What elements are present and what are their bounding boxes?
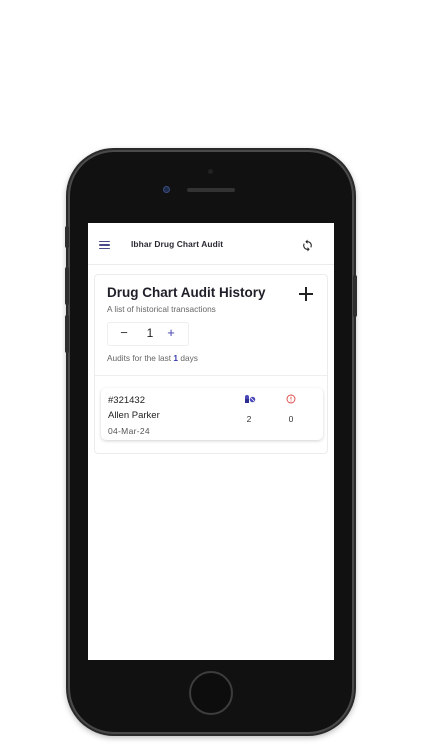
decrement-button[interactable]: − bbox=[118, 325, 130, 340]
page-subtitle: A list of historical transactions bbox=[107, 304, 216, 314]
days-stepper: − 1 + bbox=[107, 322, 189, 346]
page-title: Drug Chart Audit History bbox=[107, 285, 266, 300]
phone-sensor bbox=[208, 169, 213, 174]
audit-history-card: Drug Chart Audit History A list of histo… bbox=[94, 274, 328, 454]
app-bar: Ibhar Drug Chart Audit bbox=[88, 223, 334, 265]
audit-date: 04-Mar-24 bbox=[108, 426, 150, 436]
audits-days: 1 bbox=[173, 353, 179, 363]
audit-id: #321432 bbox=[108, 395, 145, 406]
alert-circle-icon bbox=[286, 394, 296, 404]
phone-frame: Ibhar Drug Chart Audit Drug Chart Audit … bbox=[65, 152, 357, 732]
phone-speaker bbox=[187, 188, 235, 192]
sync-icon[interactable] bbox=[301, 239, 314, 252]
pill-icon bbox=[245, 395, 256, 403]
add-audit-button[interactable] bbox=[298, 286, 314, 302]
phone-camera bbox=[163, 186, 170, 193]
phone-volume-down bbox=[65, 315, 69, 353]
days-value: 1 bbox=[146, 326, 154, 340]
alert-count: 0 bbox=[288, 414, 294, 424]
phone-silent-switch bbox=[65, 226, 69, 248]
phone-volume-up bbox=[65, 267, 69, 305]
patient-name: Allen Parker bbox=[108, 410, 160, 421]
increment-button[interactable]: + bbox=[165, 325, 177, 340]
phone-power-button bbox=[353, 275, 357, 317]
app-title: Ibhar Drug Chart Audit bbox=[131, 239, 224, 249]
audit-list-item[interactable]: #321432 Allen Parker 04-Mar-24 2 0 bbox=[101, 388, 323, 440]
medication-count: 2 bbox=[246, 414, 252, 424]
audits-range-text: Audits for the last 1 days bbox=[107, 353, 198, 363]
phone-home-button[interactable] bbox=[189, 671, 233, 715]
hamburger-menu-icon[interactable] bbox=[99, 241, 110, 250]
audits-suffix: days bbox=[180, 353, 198, 363]
divider bbox=[95, 375, 327, 376]
app-screen: Ibhar Drug Chart Audit Drug Chart Audit … bbox=[88, 223, 334, 660]
audits-prefix: Audits for the last bbox=[107, 353, 172, 363]
